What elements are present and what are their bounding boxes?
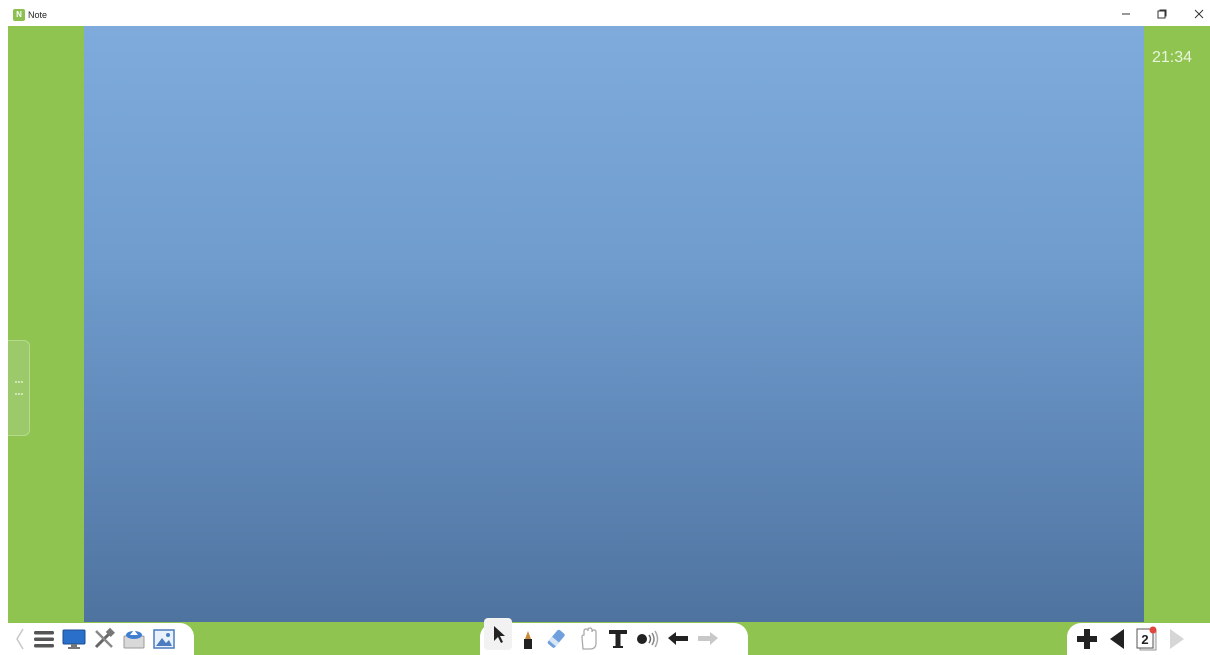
tools-button[interactable]: [90, 625, 118, 653]
maximize-icon: [1157, 9, 1167, 19]
select-tool-button[interactable]: [484, 618, 512, 650]
tools-icon: [94, 627, 115, 649]
next-page-button[interactable]: [1163, 625, 1191, 653]
left-toolbar: [8, 623, 194, 655]
previous-page-button[interactable]: [1103, 625, 1131, 653]
redo-icon: [698, 632, 718, 645]
undo-icon: [668, 632, 688, 645]
side-panel-handle[interactable]: [8, 340, 30, 436]
minimize-icon: [1122, 13, 1130, 15]
eraser-tool-button[interactable]: [544, 625, 572, 653]
desktop-button[interactable]: [60, 625, 88, 653]
add-page-icon: [1077, 629, 1097, 649]
redo-button[interactable]: [694, 625, 722, 653]
close-button[interactable]: [1186, 5, 1210, 23]
text-tool-button[interactable]: [604, 625, 632, 653]
next-page-icon: [1170, 629, 1184, 649]
add-page-button[interactable]: [1073, 625, 1101, 653]
chevron-left-icon: [16, 628, 24, 650]
clock-display: 21:34: [1152, 49, 1193, 66]
drawing-toolbar: [480, 618, 748, 655]
cloud-button[interactable]: [120, 625, 148, 653]
current-page-number: 2: [1141, 632, 1148, 647]
page-list-button[interactable]: 2: [1133, 625, 1161, 653]
title-bar: N Note: [0, 0, 1210, 26]
image-button[interactable]: [150, 625, 178, 653]
pen-icon: [524, 631, 532, 649]
cloud-folder-icon: [123, 630, 145, 649]
hand-icon: [581, 627, 597, 650]
monitor-icon: [62, 629, 86, 649]
close-icon: [1194, 9, 1204, 19]
app-note-icon: N: [13, 9, 25, 21]
image-icon: [153, 629, 175, 649]
drawing-canvas[interactable]: [84, 26, 1144, 622]
hand-tool-button[interactable]: [574, 625, 602, 653]
select-arrow-icon: [494, 626, 505, 643]
window-title: Note: [28, 10, 48, 20]
text-icon: [609, 630, 627, 648]
page-toolbar: 2: [1067, 623, 1210, 655]
page-list-icon: 2: [1136, 626, 1157, 651]
sound-tool-button[interactable]: [634, 625, 662, 653]
menu-icon: [34, 631, 54, 648]
menu-button[interactable]: [30, 625, 58, 653]
maximize-button[interactable]: [1149, 5, 1175, 23]
grip-icon: [15, 381, 23, 395]
collapse-toolbar-button[interactable]: [12, 625, 28, 653]
undo-button[interactable]: [664, 625, 692, 653]
previous-page-icon: [1110, 629, 1124, 649]
pen-tool-button[interactable]: [514, 625, 542, 653]
sound-icon: [637, 630, 659, 648]
eraser-icon: [547, 629, 565, 648]
minimize-button[interactable]: [1113, 5, 1139, 23]
